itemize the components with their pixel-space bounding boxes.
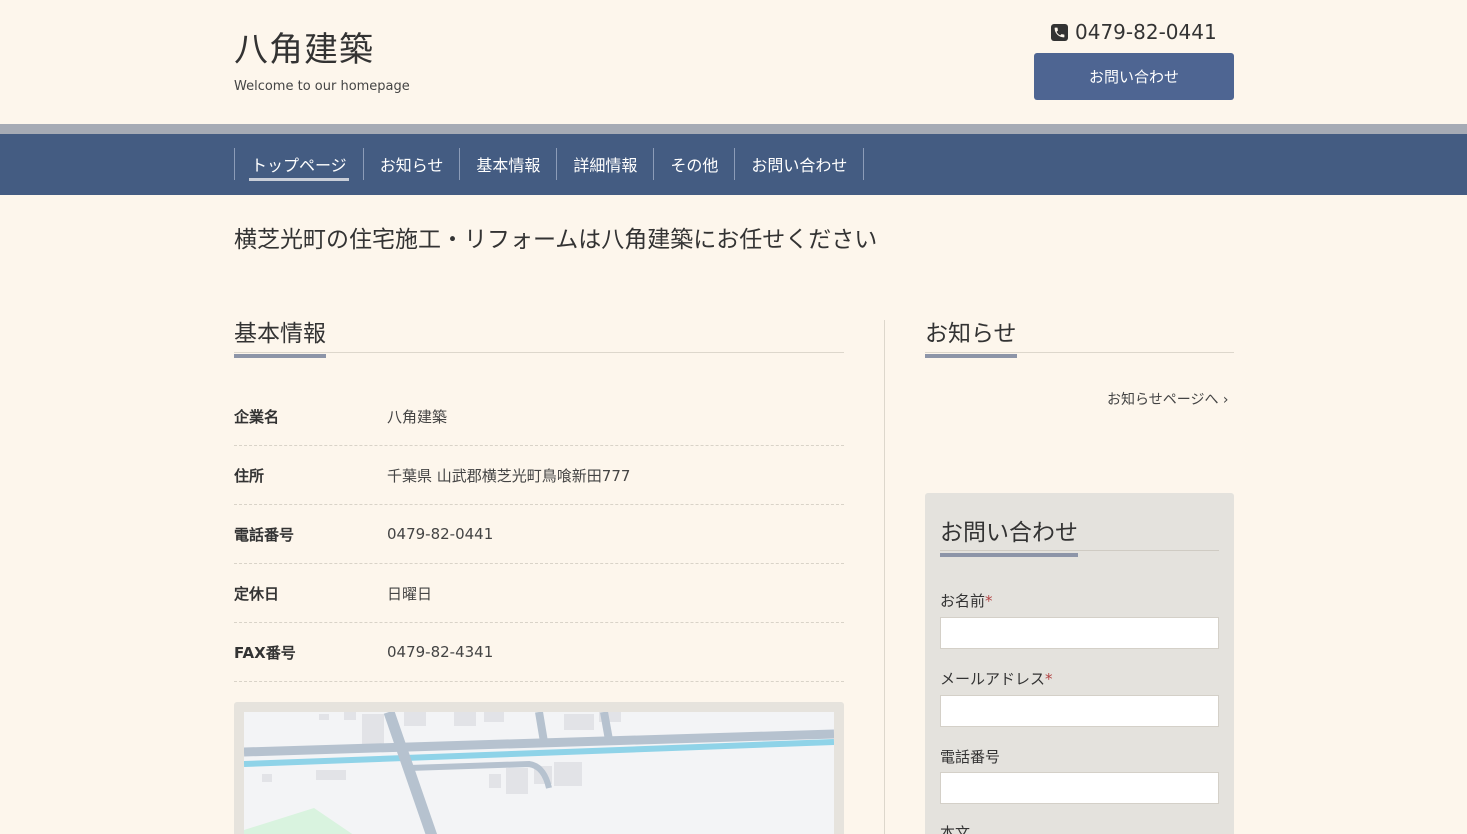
- email-label: メールアドレス*: [940, 668, 1053, 689]
- table-row: FAX番号 0479-82-4341: [234, 623, 844, 682]
- news-page-link[interactable]: お知らせページへ ›: [1107, 389, 1229, 409]
- nav-item-news[interactable]: お知らせ: [362, 148, 460, 180]
- phone-label: 電話番号: [940, 746, 1000, 767]
- nav-item-contact[interactable]: お問い合わせ: [734, 148, 865, 180]
- row-value: 日曜日: [387, 584, 433, 603]
- email-field[interactable]: [940, 695, 1219, 727]
- phone-field[interactable]: [940, 772, 1219, 804]
- nav-item-other[interactable]: その他: [653, 148, 734, 180]
- map-graphic: [244, 712, 834, 834]
- header-phone: 0479-82-0441: [1051, 19, 1217, 45]
- catch-copy: 横芝光町の住宅施工・リフォームは八角建築にお任せください: [234, 227, 878, 253]
- basic-info-title-text: 基本情報: [234, 321, 326, 347]
- row-value: 千葉県 山武郡横芝光町鳥喰新田777: [387, 466, 631, 485]
- email-label-text: メールアドレス: [940, 670, 1046, 688]
- news-title: お知らせ: [925, 314, 1017, 358]
- table-row: 電話番号 0479-82-0441: [234, 505, 844, 564]
- name-label-text: お名前: [940, 592, 986, 610]
- contact-form-title-text: お問い合わせ: [940, 520, 1078, 546]
- map[interactable]: [244, 712, 834, 834]
- nav-item-details[interactable]: 詳細情報: [556, 148, 653, 180]
- required-mark: *: [985, 592, 993, 610]
- row-key: 電話番号: [234, 525, 295, 544]
- site-tagline: Welcome to our homepage: [234, 79, 410, 94]
- nav-item-basic-info[interactable]: 基本情報: [459, 148, 556, 180]
- site-header: 八角建築 Welcome to our homepage 0479-82-044…: [0, 0, 1467, 124]
- header-contact-button[interactable]: お問い合わせ: [1034, 53, 1234, 100]
- row-key: 住所: [234, 466, 265, 485]
- row-key: 定休日: [234, 584, 280, 603]
- table-row: 企業名 八角建築: [234, 387, 844, 446]
- map-container: [234, 702, 844, 834]
- row-value: 八角建築: [387, 407, 448, 426]
- nav-top-strip: [0, 124, 1467, 134]
- basic-info-table: 企業名 八角建築 住所 千葉県 山武郡横芝光町鳥喰新田777 電話番号 0479…: [234, 387, 844, 682]
- column-divider: [884, 320, 885, 834]
- title-underline: [234, 354, 326, 358]
- section-rule: [234, 352, 844, 353]
- contact-form-title: お問い合わせ: [940, 513, 1078, 557]
- name-label: お名前*: [940, 590, 993, 611]
- body-label: 本文: [940, 822, 970, 834]
- phone-label-text: 電話番号: [940, 748, 1001, 766]
- news-title-text: お知らせ: [925, 321, 1017, 347]
- phone-icon: [1051, 23, 1068, 41]
- form-rule: [940, 550, 1219, 551]
- required-mark: *: [1045, 670, 1053, 688]
- row-value: 0479-82-4341: [387, 643, 494, 661]
- row-key: 企業名: [234, 407, 280, 426]
- global-nav: トップページ お知らせ 基本情報 詳細情報 その他 お問い合わせ: [0, 134, 1467, 195]
- section-rule: [925, 352, 1234, 353]
- phone-number[interactable]: 0479-82-0441: [1075, 20, 1217, 44]
- title-underline: [940, 553, 1078, 557]
- nav-item-top[interactable]: トップページ: [234, 148, 363, 181]
- row-key: FAX番号: [234, 643, 296, 662]
- title-underline: [925, 354, 1017, 358]
- name-field[interactable]: [940, 617, 1219, 649]
- table-row: 定休日 日曜日: [234, 564, 844, 623]
- row-value: 0479-82-0441: [387, 525, 494, 543]
- site-title[interactable]: 八角建築: [234, 22, 374, 71]
- basic-info-title: 基本情報: [234, 314, 326, 358]
- contact-form: お問い合わせ お名前* メールアドレス* 電話番号 本文: [925, 493, 1234, 834]
- table-row: 住所 千葉県 山武郡横芝光町鳥喰新田777: [234, 446, 844, 505]
- body-label-text: 本文: [940, 824, 971, 834]
